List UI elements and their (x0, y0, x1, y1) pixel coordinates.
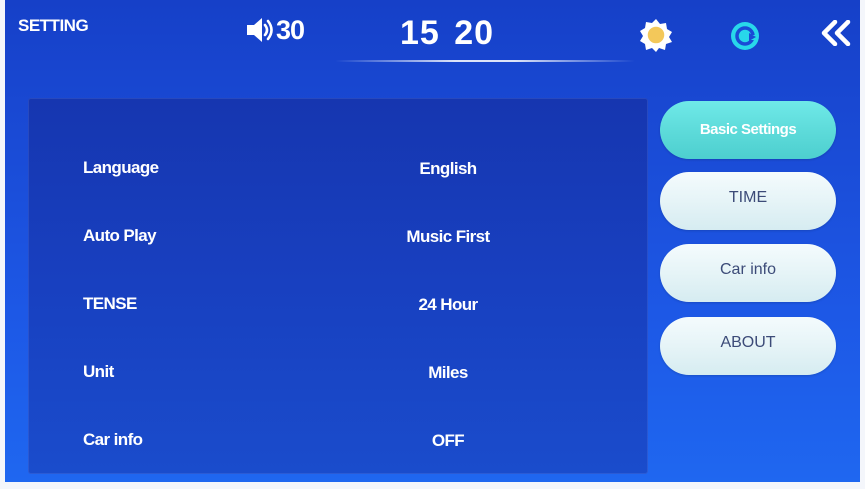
setting-label: Unit (83, 362, 114, 381)
setting-row-tense[interactable]: TENSE 24 Hour (28, 284, 648, 324)
display-mode-button[interactable] (729, 20, 761, 57)
sun-icon (639, 19, 673, 56)
setting-label: Language (83, 158, 159, 177)
brightness-button[interactable] (639, 18, 673, 57)
status-bar: SETTING 30 15 20 (5, 0, 860, 62)
setting-value[interactable]: Music First (328, 227, 568, 247)
setting-label: Car info (83, 430, 143, 449)
double-chevron-left-icon (820, 19, 852, 50)
head-unit-screen: SETTING 30 15 20 Language English Auto P… (5, 0, 860, 482)
circle-arrow-icon (729, 22, 761, 56)
setting-label: TENSE (83, 294, 137, 313)
menu-time-button[interactable]: TIME (660, 172, 836, 230)
setting-row-unit[interactable]: Unit Miles (28, 352, 648, 392)
setting-value[interactable]: English (328, 159, 568, 179)
setting-value[interactable]: 24 Hour (328, 295, 568, 315)
setting-label: Auto Play (83, 226, 157, 245)
setting-value[interactable]: OFF (328, 431, 568, 451)
speaker-icon (245, 17, 275, 43)
back-button[interactable] (820, 19, 852, 51)
screen-title: SETTING (18, 16, 89, 35)
menu-basic-settings-button[interactable]: Basic Settings (660, 101, 836, 159)
menu-car-info-button[interactable]: Car info (660, 244, 836, 302)
setting-value[interactable]: Miles (328, 363, 568, 383)
setting-row-auto-play[interactable]: Auto Play Music First (28, 216, 648, 256)
setting-row-language[interactable]: Language English (28, 148, 648, 188)
setting-row-car-info[interactable]: Car info OFF (28, 420, 648, 460)
menu-about-button[interactable]: ABOUT (660, 317, 836, 375)
volume-indicator[interactable]: 30 (245, 14, 305, 45)
settings-panel: Language English Auto Play Music First T… (28, 98, 648, 474)
volume-level: 30 (276, 14, 305, 45)
clock: 15 20 (400, 14, 495, 52)
status-divider (335, 60, 635, 62)
